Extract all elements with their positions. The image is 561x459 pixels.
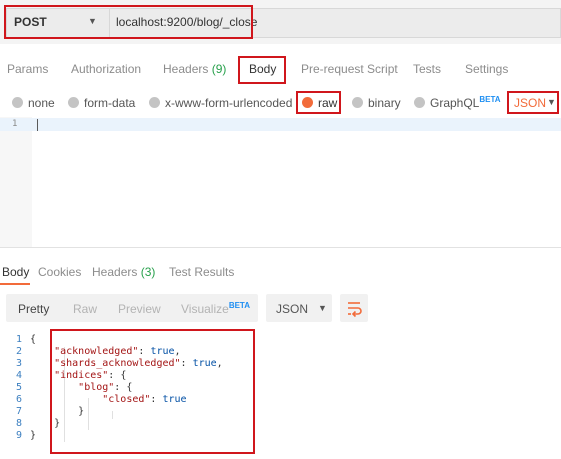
response-tab-indicator: [0, 283, 30, 285]
radio-binary-label: binary: [368, 96, 401, 110]
text-cursor: [37, 119, 38, 131]
view-visualize-button[interactable]: VisualizeBETA: [181, 301, 250, 316]
radio-binary[interactable]: [352, 97, 363, 108]
graphql-beta-badge: BETA: [479, 95, 501, 104]
view-raw-button[interactable]: Raw: [73, 302, 97, 316]
highlight-json-format: [507, 91, 559, 114]
response-format-label: JSON: [276, 302, 309, 316]
chevron-down-icon[interactable]: ▼: [318, 303, 327, 313]
active-line-highlight: [0, 118, 561, 131]
graphql-label: GraphQL: [430, 96, 480, 110]
view-pretty-button[interactable]: Pretty: [18, 302, 49, 316]
radio-urlencoded[interactable]: [149, 97, 160, 108]
response-tab-test-results[interactable]: Test Results: [169, 265, 234, 279]
view-preview-button[interactable]: Preview: [118, 302, 161, 316]
tab-params[interactable]: Params: [7, 62, 48, 76]
visualize-beta-badge: BETA: [228, 301, 250, 310]
radio-graphql[interactable]: [414, 97, 425, 108]
highlight-request-line: [4, 5, 253, 39]
radio-none[interactable]: [12, 97, 23, 108]
request-editor-gutter: [0, 117, 32, 247]
radio-form-data[interactable]: [68, 97, 79, 108]
tab-settings[interactable]: Settings: [465, 62, 508, 76]
wrap-lines-icon: [348, 302, 362, 318]
code-text: {: [30, 334, 37, 345]
tab-authorization[interactable]: Authorization: [71, 62, 141, 76]
response-tab-body[interactable]: Body: [2, 265, 29, 279]
request-line-number: 1: [12, 119, 18, 129]
tab-headers-label: Headers: [163, 62, 209, 76]
tab-headers-count: (9): [211, 62, 227, 76]
radio-urlencoded-label: x-www-form-urlencoded: [165, 96, 293, 110]
radio-none-label: none: [28, 96, 55, 110]
radio-form-data-label: form-data: [84, 96, 136, 110]
line-number: 9: [15, 430, 22, 441]
tab-prerequest-script[interactable]: Pre-request Script: [301, 62, 398, 76]
radio-graphql-label: GraphQLBETA: [430, 95, 501, 110]
response-tab-headers-label: Headers: [92, 265, 138, 279]
code-text: }: [30, 430, 37, 441]
pane-divider[interactable]: [0, 247, 561, 248]
highlight-raw-option: [296, 91, 341, 114]
wrap-lines-button[interactable]: [340, 294, 368, 322]
response-tab-cookies[interactable]: Cookies: [38, 265, 81, 279]
tab-headers[interactable]: Headers (9): [163, 62, 226, 76]
highlight-response-body: [50, 329, 255, 454]
tab-tests[interactable]: Tests: [413, 62, 441, 76]
response-tab-headers-count: (3): [140, 265, 156, 279]
highlight-body-tab: [238, 56, 286, 84]
response-tab-headers[interactable]: Headers (3): [92, 265, 155, 279]
visualize-label: Visualize: [181, 302, 229, 316]
request-body-editor[interactable]: [0, 117, 561, 247]
